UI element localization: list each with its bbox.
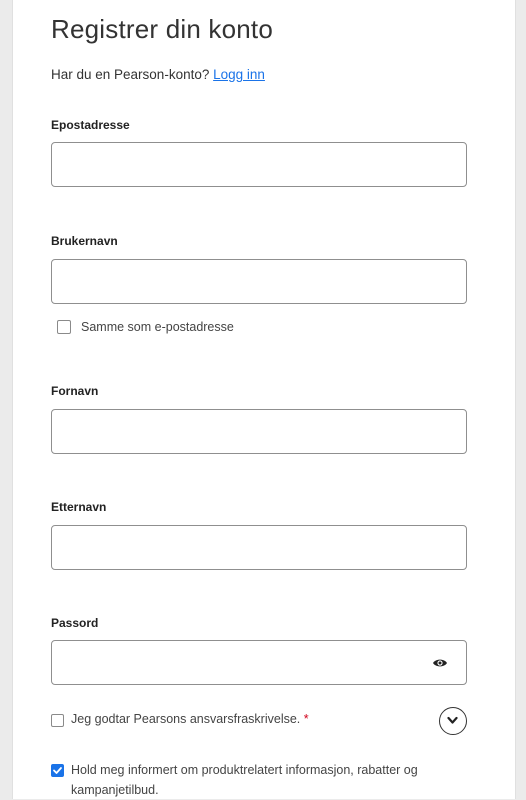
username-label: Brukernavn — [51, 234, 118, 248]
last-name-field[interactable] — [51, 525, 467, 570]
marketing-label: Hold meg informert om produktrelatert in… — [71, 763, 418, 797]
checkmark-icon — [53, 767, 62, 774]
email-label: Epostadresse — [51, 118, 130, 132]
first-name-label: Fornavn — [51, 384, 99, 398]
expand-terms-button[interactable] — [439, 707, 467, 735]
terms-label: Jeg godtar Pearsons ansvarsfraskrivelse.… — [71, 712, 309, 726]
login-link[interactable]: Logg inn — [213, 67, 265, 82]
login-prompt: Har du en Pearson-konto? Logg inn — [51, 67, 265, 82]
last-name-label: Etternavn — [51, 500, 107, 514]
password-field-wrapper — [51, 640, 467, 685]
page-title: Registrer din konto — [51, 14, 274, 44]
first-name-field[interactable] — [51, 409, 467, 454]
required-marker: * — [303, 712, 309, 726]
password-field[interactable] — [52, 641, 422, 684]
terms-label-text: Jeg godtar Pearsons ansvarsfraskrivelse. — [71, 712, 301, 726]
marketing-checkbox[interactable] — [51, 764, 64, 777]
registration-card: Registrer din konto Har du en Pearson-ko… — [12, 0, 516, 799]
eye-icon[interactable] — [432, 655, 448, 671]
password-label: Passord — [51, 616, 99, 630]
have-account-text: Har du en Pearson-konto? — [51, 67, 210, 82]
same-as-email-label: Samme som e-postadresse — [81, 320, 234, 334]
email-field[interactable] — [51, 142, 467, 187]
username-field[interactable] — [51, 259, 467, 304]
same-as-email-checkbox[interactable] — [57, 320, 71, 334]
terms-checkbox[interactable] — [51, 714, 64, 727]
